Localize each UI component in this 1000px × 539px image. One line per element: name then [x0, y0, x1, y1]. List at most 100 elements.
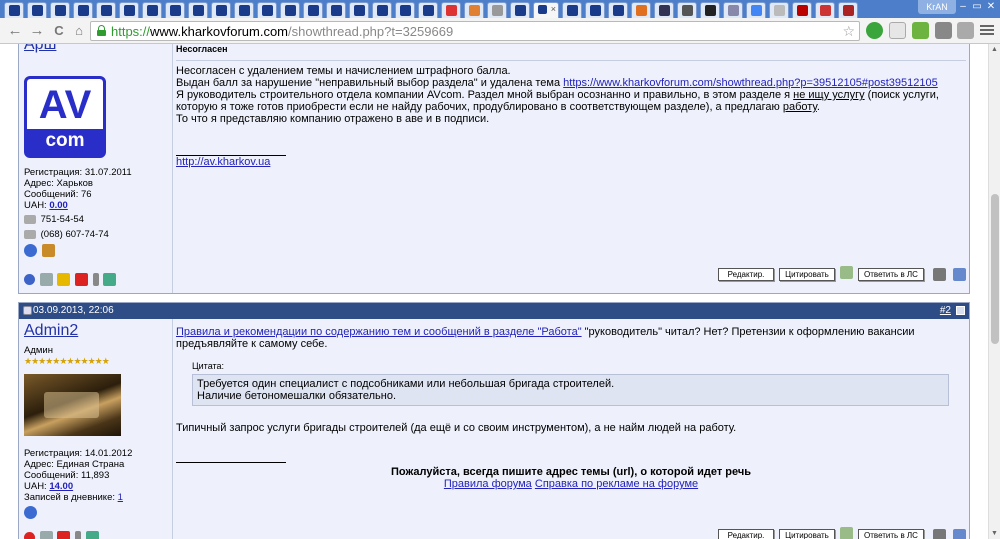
uah-value[interactable]: 14.00 — [49, 481, 73, 492]
browser-tab[interactable] — [815, 2, 835, 18]
browser-tab[interactable] — [585, 2, 605, 18]
username[interactable]: Арш — [24, 44, 56, 53]
reputation-icon[interactable] — [39, 273, 53, 286]
extension-icon[interactable] — [889, 22, 906, 39]
browser-tab[interactable] — [280, 2, 300, 18]
url-text[interactable]: https://www.kharkovforum.com/showthread.… — [111, 24, 453, 39]
reply-pm-button[interactable]: Ответить в ЛС — [858, 268, 924, 281]
browser-tab[interactable] — [303, 2, 323, 18]
warning-icon[interactable] — [57, 531, 71, 539]
print-icon[interactable] — [103, 273, 117, 286]
multiquote-icon[interactable] — [840, 527, 853, 539]
browser-tab[interactable] — [562, 2, 582, 18]
browser-tab[interactable] — [510, 2, 530, 18]
post-number-link[interactable]: #2 — [940, 303, 951, 319]
browser-tab[interactable] — [119, 2, 139, 18]
quote-button[interactable]: Цитировать — [779, 268, 835, 281]
browser-tab[interactable] — [326, 2, 346, 18]
signature-link[interactable]: http://av.kharkov.ua — [176, 156, 270, 168]
username[interactable]: Admin2 — [24, 323, 78, 339]
browser-tab[interactable] — [234, 2, 254, 18]
browser-tab[interactable] — [838, 2, 858, 18]
extension-icon[interactable] — [957, 22, 974, 39]
bookmark-star-icon[interactable]: ☆ — [842, 23, 855, 40]
ads-help-link[interactable]: Справка по рекламе на форуме — [535, 478, 698, 490]
delete-icon[interactable] — [933, 529, 946, 539]
browser-tab[interactable] — [631, 2, 651, 18]
diary-link[interactable]: 1 — [118, 492, 123, 503]
browser-tab[interactable] — [792, 2, 812, 18]
no-service-link[interactable]: не ищу услугу — [793, 89, 864, 101]
browser-tab[interactable] — [487, 2, 507, 18]
browser-tab-active[interactable]: × — [533, 2, 559, 18]
browser-tab[interactable] — [608, 2, 628, 18]
print-icon[interactable] — [85, 531, 99, 539]
moderate-icon[interactable] — [953, 268, 966, 281]
browser-tab[interactable] — [395, 2, 415, 18]
user-role: Админ — [24, 345, 53, 356]
browser-tab[interactable] — [27, 2, 47, 18]
browser-tab[interactable] — [441, 2, 461, 18]
maximize-icon[interactable]: ▭ — [970, 0, 984, 14]
report-icon[interactable] — [57, 273, 71, 286]
browser-tab[interactable] — [73, 2, 93, 18]
site-favicon-icon — [193, 5, 204, 16]
moderate-icon[interactable] — [953, 529, 966, 539]
browser-tab[interactable] — [723, 2, 743, 18]
minimize-icon[interactable]: – — [956, 0, 970, 14]
scroll-down-icon[interactable]: ▼ — [991, 530, 998, 537]
browser-tab[interactable] — [349, 2, 369, 18]
extension-icon[interactable] — [912, 22, 929, 39]
page-scrollbar[interactable]: ▲ ▼ — [988, 44, 1000, 539]
browser-tab[interactable] — [165, 2, 185, 18]
profile-icons — [24, 244, 132, 257]
browser-tab[interactable] — [142, 2, 162, 18]
post: 03.09.2013, 22:06 #2 Admin2 Админ ★★★★★★… — [18, 302, 970, 539]
home-icon[interactable]: ⌂ — [70, 22, 88, 40]
address-bar[interactable]: https://www.kharkovforum.com/showthread.… — [90, 21, 860, 41]
back-icon[interactable]: ← — [6, 22, 24, 40]
ip-icon[interactable] — [74, 531, 81, 539]
forward-icon[interactable]: → — [28, 22, 46, 40]
home-page-icon[interactable] — [41, 244, 55, 257]
browser-tab[interactable] — [418, 2, 438, 18]
browser-tab[interactable] — [654, 2, 674, 18]
reputation-icon[interactable] — [39, 531, 53, 539]
browser-tab[interactable] — [700, 2, 720, 18]
delete-icon[interactable] — [933, 268, 946, 281]
thread-link[interactable]: https://www.kharkovforum.com/showthread.… — [563, 77, 938, 89]
scroll-up-icon[interactable]: ▲ — [991, 46, 998, 53]
browser-tab[interactable] — [746, 2, 766, 18]
reply-pm-button[interactable]: Ответить в ЛС — [858, 529, 924, 539]
browser-tab[interactable] — [257, 2, 277, 18]
warning-icon[interactable] — [74, 273, 88, 286]
quote-button[interactable]: Цитировать — [779, 529, 835, 539]
work-link[interactable]: работу — [783, 101, 817, 113]
multiquote-icon[interactable] — [840, 266, 853, 279]
edit-button[interactable]: Редактир. — [718, 268, 774, 281]
select-post-checkbox[interactable] — [956, 306, 965, 315]
browser-tab[interactable] — [188, 2, 208, 18]
extension-icon[interactable] — [866, 22, 883, 39]
browser-tab[interactable] — [96, 2, 116, 18]
browser-tab[interactable] — [677, 2, 697, 18]
browser-tab[interactable] — [464, 2, 484, 18]
uah-value[interactable]: 0.00 — [49, 200, 68, 211]
edit-button[interactable]: Редактир. — [718, 529, 774, 539]
forum-rules-link[interactable]: Правила форума — [444, 478, 532, 490]
browser-tab[interactable] — [769, 2, 789, 18]
browser-tab[interactable] — [211, 2, 231, 18]
browser-tab[interactable] — [4, 2, 24, 18]
browser-tab[interactable] — [372, 2, 392, 18]
rules-link[interactable]: Правила и рекомендации по содержанию тем… — [176, 326, 582, 338]
browser-tab[interactable] — [50, 2, 70, 18]
profile-badge[interactable]: KrAN — [918, 0, 956, 14]
extension-icon[interactable] — [935, 22, 952, 39]
close-tab-icon[interactable]: × — [551, 4, 556, 14]
tab-strip: × KrAN – ▭ ✕ — [0, 0, 1000, 18]
scroll-thumb[interactable] — [991, 194, 999, 344]
menu-icon[interactable] — [980, 23, 994, 37]
window-close-icon[interactable]: ✕ — [984, 0, 998, 14]
reload-icon[interactable]: C — [50, 22, 68, 40]
ip-icon[interactable] — [92, 273, 99, 286]
